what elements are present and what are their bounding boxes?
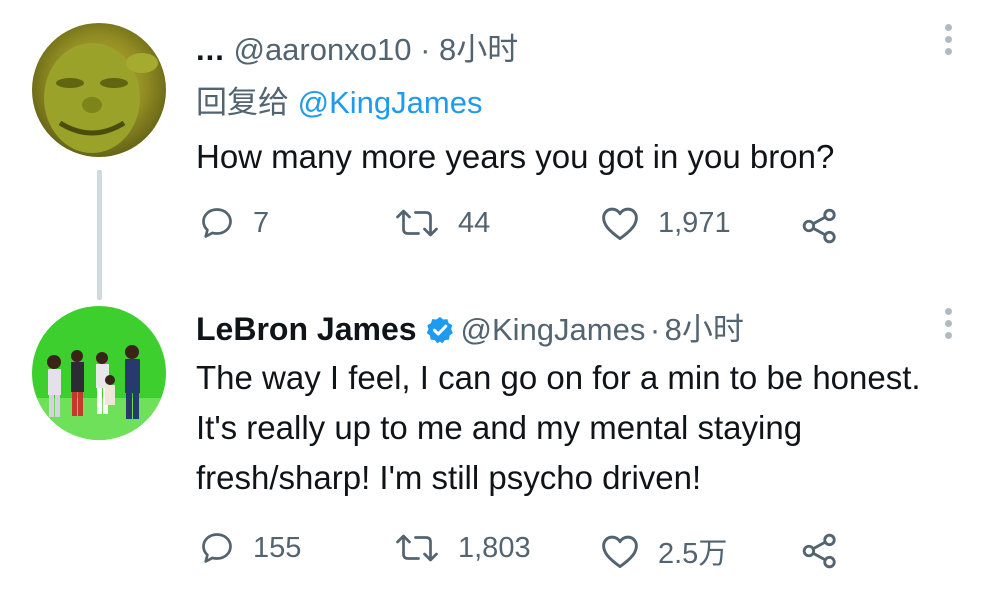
main-header: LeBron James @KingJames · 8小时 <box>196 304 744 350</box>
user-handle[interactable]: @aaronxo10 <box>233 32 411 67</box>
timestamp[interactable]: 8小时 <box>665 312 744 347</box>
share-icon <box>802 208 836 244</box>
heart-icon <box>602 207 638 241</box>
user-handle[interactable]: @KingJames <box>461 312 646 347</box>
like-button[interactable]: 1,971 <box>600 205 731 241</box>
ellipsis: ... <box>196 32 225 67</box>
more-options-icon[interactable] <box>943 308 953 339</box>
separator: · <box>649 312 661 347</box>
like-button[interactable]: 2.5万 <box>600 530 727 572</box>
avatar-kingjames[interactable] <box>32 306 166 440</box>
share-button[interactable] <box>800 532 840 570</box>
more-options-icon[interactable] <box>943 24 953 55</box>
reply-prefix: 回复给 <box>196 85 289 120</box>
tweet-text: How many more years you got in you bron? <box>196 138 835 175</box>
retweet-count: 1,803 <box>458 531 531 564</box>
speech-bubble-icon <box>202 208 232 238</box>
thread-connector-line <box>97 170 102 300</box>
share-icon <box>802 533 836 569</box>
retweet-button[interactable]: 44 <box>394 205 490 241</box>
reply-mention[interactable]: @KingJames <box>298 85 483 120</box>
timestamp[interactable]: 8小时 <box>439 32 518 67</box>
speech-bubble-icon <box>202 533 232 563</box>
retweet-icon <box>396 534 438 562</box>
retweet-icon <box>396 209 438 237</box>
avatar-aaronxo10[interactable] <box>32 23 166 157</box>
separator: · <box>420 32 431 67</box>
share-button[interactable] <box>800 207 840 245</box>
reply-context: 回复给 @KingJames <box>196 77 482 122</box>
heart-icon <box>602 535 638 569</box>
like-count: 2.5万 <box>658 538 728 570</box>
reply-count: 155 <box>253 531 302 564</box>
display-name[interactable]: LeBron James <box>196 311 417 347</box>
reply-header: ... @aaronxo10 · 8小时 <box>196 24 518 69</box>
reply-count: 7 <box>253 206 270 239</box>
retweet-button[interactable]: 1,803 <box>394 530 531 566</box>
verified-badge-icon <box>425 315 455 350</box>
retweet-count: 44 <box>458 206 491 239</box>
like-count: 1,971 <box>658 206 731 239</box>
tweet-text: The way I feel, I can go on for a min to… <box>196 359 921 496</box>
reply-button[interactable]: 155 <box>199 530 301 566</box>
reply-button[interactable]: 7 <box>199 205 269 241</box>
